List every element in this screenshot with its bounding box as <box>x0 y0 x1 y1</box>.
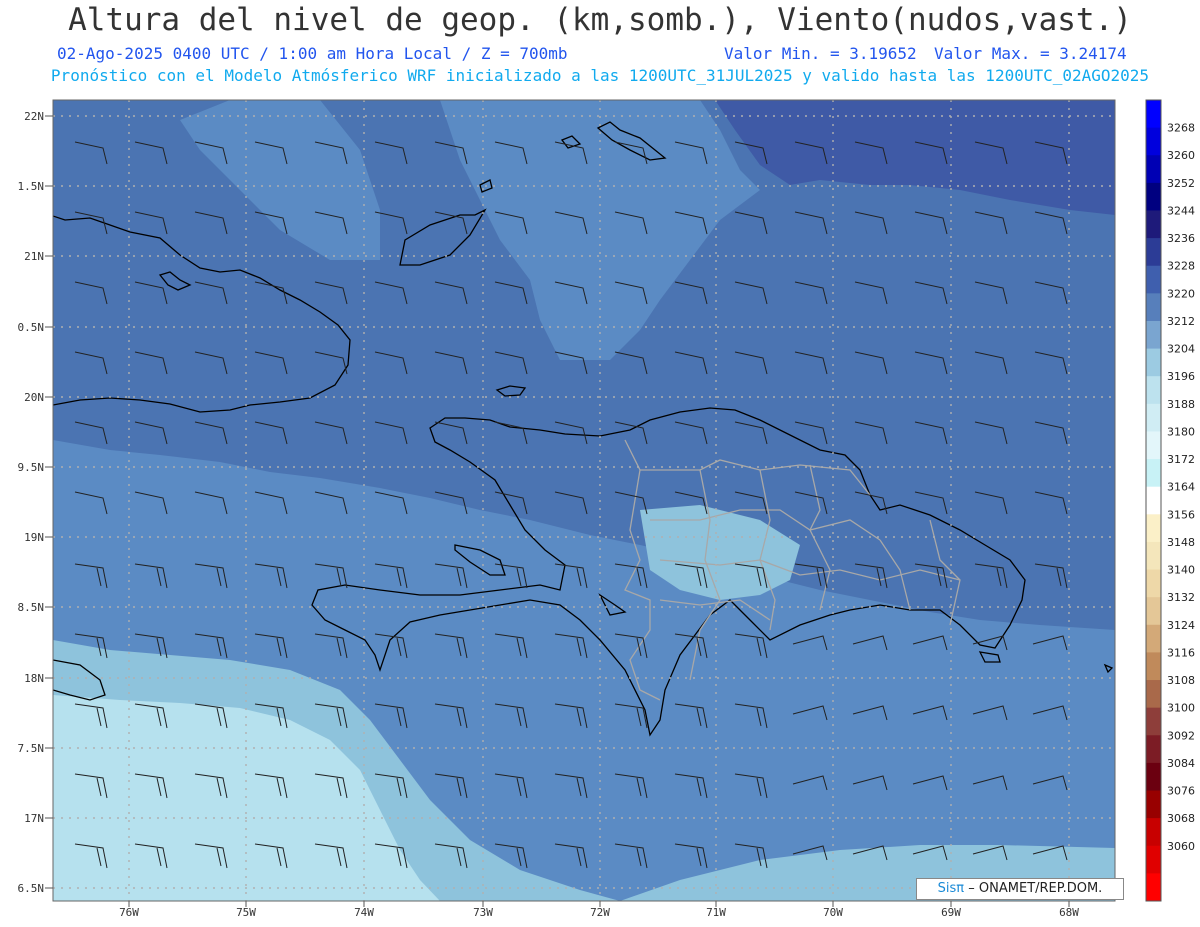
latitude-labels: 22N 1.5N 21N 0.5N 20N 9.5N 19N 8.5N 18N 7.5N 17N 6.… <box>18 110 53 895</box>
lat-label: 20N <box>24 391 44 404</box>
longitude-labels: 76W 75W 74W 73W 72W 71W 70W 69W 68W <box>119 901 1079 919</box>
colorbar-swatch <box>1146 100 1161 129</box>
colorbar-label: 3100 <box>1167 702 1195 715</box>
map-panel <box>53 100 1115 901</box>
colorbar-swatch <box>1146 486 1161 515</box>
colorbar-label: 3156 <box>1167 508 1195 521</box>
colorbar-swatch <box>1146 127 1161 156</box>
colorbar-swatch <box>1146 624 1161 653</box>
lat-label: 22N <box>24 110 44 123</box>
colorbar-swatch <box>1146 265 1161 294</box>
colorbar-label: 3244 <box>1167 204 1195 217</box>
credit-text: – ONAMET/REP.DOM. <box>968 881 1103 896</box>
colorbar-swatch <box>1146 348 1161 377</box>
lat-label: 18N <box>24 672 44 685</box>
colorbar-swatch <box>1146 376 1161 405</box>
lat-label: 19N <box>24 531 44 544</box>
colorbar-swatch <box>1146 873 1161 902</box>
lat-label: 17N <box>24 812 44 825</box>
lon-label: 76W <box>119 906 139 919</box>
colorbar-swatch <box>1146 320 1161 350</box>
lat-label: 9.5N <box>18 461 45 474</box>
colorbar-swatch <box>1146 541 1161 571</box>
colorbar-label: 3188 <box>1167 398 1195 411</box>
lat-label: 1.5N <box>18 180 45 193</box>
colorbar-swatch <box>1146 762 1161 792</box>
colorbar-label: 3084 <box>1167 757 1195 770</box>
colorbar-label: 3124 <box>1167 619 1195 632</box>
colorbar-swatch <box>1146 680 1161 709</box>
colorbar-swatch <box>1146 210 1161 239</box>
lat-label: 7.5N <box>18 742 45 755</box>
lon-label: 68W <box>1059 906 1079 919</box>
colorbar-swatch <box>1146 569 1161 598</box>
colorbar-label: 3060 <box>1167 840 1195 853</box>
lon-label: 75W <box>236 906 256 919</box>
colorbar-label: 3068 <box>1167 812 1195 825</box>
colorbar-swatch <box>1146 403 1161 432</box>
colorbar-label: 3268 <box>1167 122 1195 135</box>
lon-label: 74W <box>354 906 374 919</box>
colorbar-swatch <box>1146 459 1161 488</box>
colorbar: 3268 3260 3252 3244 3236 3228 3220 3212 3204 3196… <box>1145 99 1195 902</box>
colorbar-label: 3220 <box>1167 287 1195 300</box>
lon-label: 69W <box>941 906 961 919</box>
colorbar-swatch <box>1146 790 1161 819</box>
colorbar-label: 3212 <box>1167 315 1195 328</box>
colorbar-swatch <box>1146 238 1161 267</box>
colorbar-label: 3196 <box>1167 370 1195 383</box>
colorbar-label: 3228 <box>1167 260 1195 273</box>
colorbar-label: 3204 <box>1167 343 1195 356</box>
colorbar-swatch <box>1146 431 1161 460</box>
colorbar-label: 3260 <box>1167 149 1195 162</box>
colorbar-swatch <box>1146 652 1161 681</box>
colorbar-label: 3092 <box>1167 729 1195 742</box>
credit-box: Sisπ – ONAMET/REP.DOM. <box>916 878 1124 900</box>
colorbar-label: 3116 <box>1167 646 1195 659</box>
colorbar-swatch <box>1146 514 1161 543</box>
colorbar-swatch <box>1146 293 1161 322</box>
colorbar-label: 3236 <box>1167 232 1195 245</box>
colorbar-swatch <box>1146 155 1161 184</box>
lon-label: 70W <box>823 906 843 919</box>
colorbar-label: 3140 <box>1167 564 1195 577</box>
colorbar-label: 3132 <box>1167 591 1195 604</box>
colorbar-label: 3164 <box>1167 481 1195 494</box>
sis-logo-text: Sisπ <box>937 881 965 896</box>
lon-label: 71W <box>706 906 726 919</box>
lat-label: 6.5N <box>18 882 45 895</box>
lon-label: 73W <box>473 906 493 919</box>
weather-map: 22N 1.5N 21N 0.5N 20N 9.5N 19N 8.5N 18N 7.5N 17N 6.… <box>18 99 1195 919</box>
colorbar-label: 3108 <box>1167 674 1195 687</box>
lat-label: 0.5N <box>18 321 45 334</box>
lat-label: 21N <box>24 250 44 263</box>
colorbar-swatch <box>1146 182 1161 211</box>
colorbar-label: 3148 <box>1167 536 1195 549</box>
lat-label: 8.5N <box>18 601 45 614</box>
colorbar-swatch <box>1146 735 1161 764</box>
colorbar-label: 3252 <box>1167 177 1195 190</box>
colorbar-label: 3076 <box>1167 785 1195 798</box>
colorbar-swatch <box>1146 845 1161 874</box>
colorbar-label: 3180 <box>1167 425 1195 438</box>
colorbar-swatch <box>1146 707 1161 736</box>
colorbar-swatch <box>1146 818 1161 847</box>
colorbar-label: 3172 <box>1167 453 1195 466</box>
lon-label: 72W <box>590 906 610 919</box>
colorbar-swatch <box>1146 597 1161 626</box>
